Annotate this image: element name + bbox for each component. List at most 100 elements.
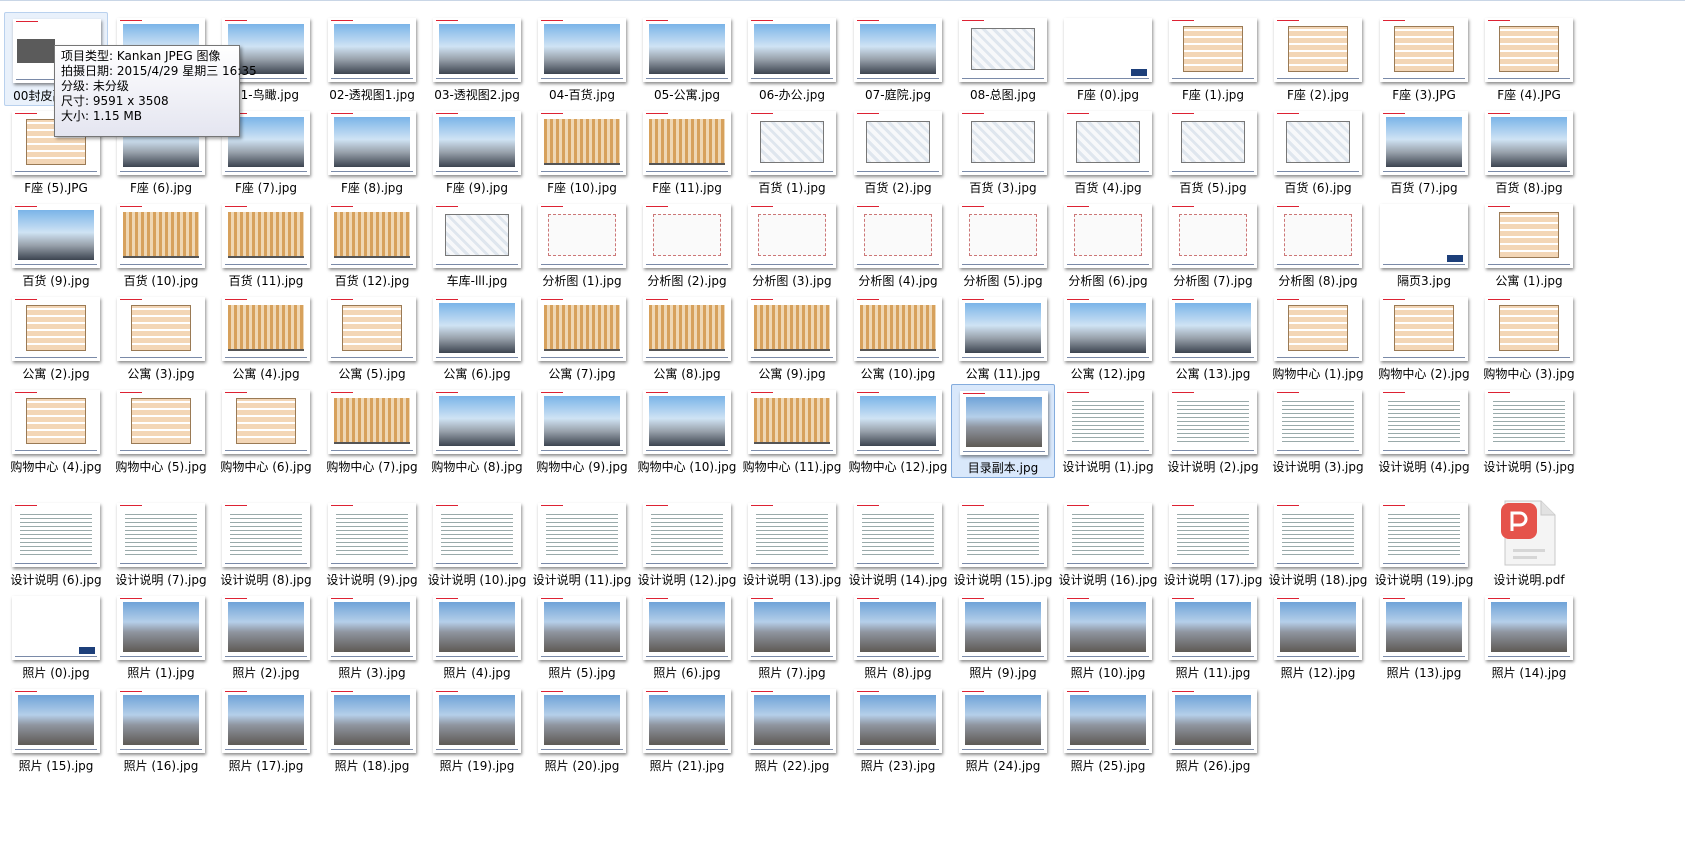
file-item[interactable]: 设计说明 (4).jpg xyxy=(1372,384,1476,478)
file-item[interactable]: 公寓 (3).jpg xyxy=(109,291,213,385)
file-item[interactable]: 分析图 (4).jpg xyxy=(846,198,950,292)
file-item[interactable]: 照片 (25).jpg xyxy=(1056,683,1160,777)
pdf-file-item[interactable]: 设计说明.pdf xyxy=(1477,497,1581,591)
file-item[interactable]: 照片 (11).jpg xyxy=(1161,590,1265,684)
file-item[interactable]: 分析图 (6).jpg xyxy=(1056,198,1160,292)
file-item[interactable]: 设计说明 (9).jpg xyxy=(320,497,424,591)
file-item[interactable]: 公寓 (13).jpg xyxy=(1161,291,1265,385)
file-item[interactable]: 设计说明 (17).jpg xyxy=(1161,497,1265,591)
file-item[interactable]: 公寓 (8).jpg xyxy=(635,291,739,385)
file-item[interactable]: 公寓 (12).jpg xyxy=(1056,291,1160,385)
file-item[interactable]: 照片 (17).jpg xyxy=(214,683,318,777)
file-item[interactable]: 隔页3.jpg xyxy=(1372,198,1476,292)
file-item[interactable]: 百货 (11).jpg xyxy=(214,198,318,292)
file-item[interactable]: 购物中心 (12).jpg xyxy=(846,384,950,478)
file-item[interactable]: 照片 (16).jpg xyxy=(109,683,213,777)
file-item[interactable]: 设计说明 (10).jpg xyxy=(425,497,529,591)
file-item[interactable]: 百货 (1).jpg xyxy=(740,105,844,199)
file-item[interactable]: 设计说明 (11).jpg xyxy=(530,497,634,591)
file-item[interactable]: 购物中心 (4).jpg xyxy=(4,384,108,478)
file-item[interactable]: 照片 (15).jpg xyxy=(4,683,108,777)
file-item[interactable]: F座 (0).jpg xyxy=(1056,12,1160,106)
file-item[interactable]: 04-百货.jpg xyxy=(530,12,634,106)
file-item[interactable]: 公寓 (6).jpg xyxy=(425,291,529,385)
file-item[interactable]: 目录副本.jpg xyxy=(951,384,1055,478)
file-item[interactable]: 设计说明 (13).jpg xyxy=(740,497,844,591)
file-item[interactable]: 照片 (9).jpg xyxy=(951,590,1055,684)
file-item[interactable]: 设计说明 (5).jpg xyxy=(1477,384,1581,478)
file-item[interactable]: 照片 (14).jpg xyxy=(1477,590,1581,684)
file-item[interactable]: 购物中心 (8).jpg xyxy=(425,384,529,478)
file-item[interactable]: 百货 (10).jpg xyxy=(109,198,213,292)
file-item[interactable]: 02-透视图1.jpg xyxy=(320,12,424,106)
file-item[interactable]: 设计说明 (18).jpg xyxy=(1266,497,1370,591)
file-item[interactable]: 公寓 (2).jpg xyxy=(4,291,108,385)
file-item[interactable]: 设计说明 (1).jpg xyxy=(1056,384,1160,478)
file-item[interactable]: 08-总图.jpg xyxy=(951,12,1055,106)
file-item[interactable]: 百货 (12).jpg xyxy=(320,198,424,292)
file-item[interactable]: 分析图 (3).jpg xyxy=(740,198,844,292)
file-item[interactable]: 分析图 (5).jpg xyxy=(951,198,1055,292)
file-item[interactable]: 照片 (12).jpg xyxy=(1266,590,1370,684)
file-item[interactable]: 公寓 (1).jpg xyxy=(1477,198,1581,292)
file-item[interactable]: 照片 (3).jpg xyxy=(320,590,424,684)
file-item[interactable]: 百货 (9).jpg xyxy=(4,198,108,292)
file-item[interactable]: 照片 (13).jpg xyxy=(1372,590,1476,684)
file-item[interactable]: 照片 (10).jpg xyxy=(1056,590,1160,684)
file-item[interactable]: 设计说明 (12).jpg xyxy=(635,497,739,591)
file-item[interactable]: 设计说明 (2).jpg xyxy=(1161,384,1265,478)
file-item[interactable]: 分析图 (7).jpg xyxy=(1161,198,1265,292)
file-item[interactable]: 照片 (5).jpg xyxy=(530,590,634,684)
file-item[interactable]: 照片 (2).jpg xyxy=(214,590,318,684)
file-item[interactable]: 公寓 (7).jpg xyxy=(530,291,634,385)
file-item[interactable]: 设计说明 (8).jpg xyxy=(214,497,318,591)
file-item[interactable]: 照片 (19).jpg xyxy=(425,683,529,777)
file-item[interactable]: 百货 (4).jpg xyxy=(1056,105,1160,199)
file-item[interactable]: 公寓 (11).jpg xyxy=(951,291,1055,385)
file-item[interactable]: 公寓 (4).jpg xyxy=(214,291,318,385)
file-item[interactable]: F座 (9).jpg xyxy=(425,105,529,199)
file-item[interactable]: F座 (3).JPG xyxy=(1372,12,1476,106)
file-item[interactable]: 公寓 (9).jpg xyxy=(740,291,844,385)
file-item[interactable]: 照片 (8).jpg xyxy=(846,590,950,684)
file-item[interactable]: F座 (8).jpg xyxy=(320,105,424,199)
file-item[interactable]: F座 (11).jpg xyxy=(635,105,739,199)
file-item[interactable]: 设计说明 (6).jpg xyxy=(4,497,108,591)
file-item[interactable]: 设计说明 (14).jpg xyxy=(846,497,950,591)
file-item[interactable]: F座 (1).jpg xyxy=(1161,12,1265,106)
file-item[interactable]: 设计说明 (15).jpg xyxy=(951,497,1055,591)
file-item[interactable]: 分析图 (1).jpg xyxy=(530,198,634,292)
file-item[interactable]: F座 (2).jpg xyxy=(1266,12,1370,106)
file-item[interactable]: 07-庭院.jpg xyxy=(846,12,950,106)
file-item[interactable]: 购物中心 (10).jpg xyxy=(635,384,739,478)
file-item[interactable]: 购物中心 (5).jpg xyxy=(109,384,213,478)
file-item[interactable]: 照片 (1).jpg xyxy=(109,590,213,684)
file-item[interactable]: 百货 (7).jpg xyxy=(1372,105,1476,199)
file-item[interactable]: 百货 (3).jpg xyxy=(951,105,1055,199)
file-item[interactable]: 照片 (0).jpg xyxy=(4,590,108,684)
file-item[interactable]: 照片 (20).jpg xyxy=(530,683,634,777)
file-item[interactable]: 设计说明 (3).jpg xyxy=(1266,384,1370,478)
file-item[interactable]: 照片 (21).jpg xyxy=(635,683,739,777)
file-item[interactable]: 分析图 (2).jpg xyxy=(635,198,739,292)
file-item[interactable]: 百货 (2).jpg xyxy=(846,105,950,199)
file-item[interactable]: 设计说明 (7).jpg xyxy=(109,497,213,591)
file-item[interactable]: 购物中心 (3).jpg xyxy=(1477,291,1581,385)
file-item[interactable]: 购物中心 (1).jpg xyxy=(1266,291,1370,385)
file-item[interactable]: 车库-lll.jpg xyxy=(425,198,529,292)
file-item[interactable]: 公寓 (10).jpg xyxy=(846,291,950,385)
file-item[interactable]: 照片 (7).jpg xyxy=(740,590,844,684)
file-item[interactable]: 照片 (6).jpg xyxy=(635,590,739,684)
file-item[interactable]: 照片 (23).jpg xyxy=(846,683,950,777)
file-item[interactable]: 06-办公.jpg xyxy=(740,12,844,106)
file-item[interactable]: 照片 (24).jpg xyxy=(951,683,1055,777)
file-item[interactable]: 照片 (22).jpg xyxy=(740,683,844,777)
file-item[interactable]: 照片 (18).jpg xyxy=(320,683,424,777)
file-item[interactable]: 公寓 (5).jpg xyxy=(320,291,424,385)
file-item[interactable]: 设计说明 (16).jpg xyxy=(1056,497,1160,591)
file-item[interactable]: 百货 (6).jpg xyxy=(1266,105,1370,199)
file-item[interactable]: 05-公寓.jpg xyxy=(635,12,739,106)
file-item[interactable]: 购物中心 (11).jpg xyxy=(740,384,844,478)
file-item[interactable]: 购物中心 (2).jpg xyxy=(1372,291,1476,385)
file-item[interactable]: 03-透视图2.jpg xyxy=(425,12,529,106)
